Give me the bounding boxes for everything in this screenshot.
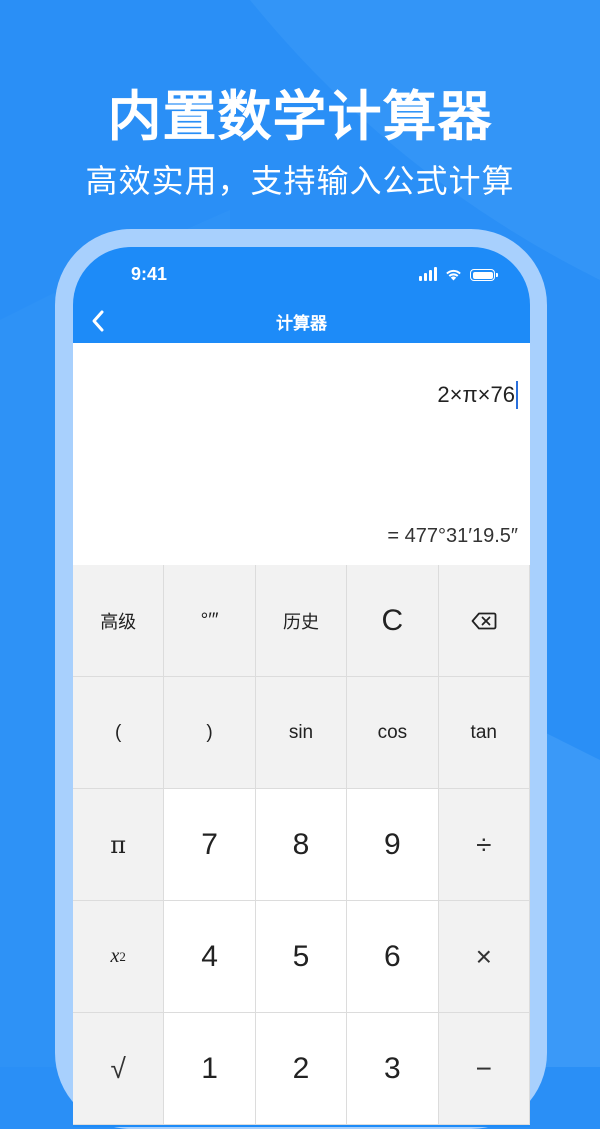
text-cursor <box>516 381 518 409</box>
digit-3-key[interactable]: 3 <box>347 1013 439 1125</box>
calculator-display[interactable]: 2×π×76 = 477°31′19.5″ <box>73 343 530 565</box>
open-paren-key[interactable]: ( <box>73 677 165 789</box>
close-paren-key[interactable]: ) <box>164 677 256 789</box>
dms-key[interactable]: °′″ <box>164 565 256 677</box>
nav-bar: 计算器 <box>73 299 530 343</box>
battery-icon <box>470 269 498 281</box>
digit-9-key[interactable]: 9 <box>347 789 439 901</box>
cos-key[interactable]: cos <box>347 677 439 789</box>
minus-key[interactable]: − <box>438 1013 530 1125</box>
square-key-base: x <box>110 945 120 967</box>
expression-text: 2×π×76 <box>437 382 515 407</box>
keypad: 高级 °′″ 历史 C ( ) sin cos tan π 7 8 9 ÷ x2… <box>73 565 530 1125</box>
status-icons <box>419 265 498 281</box>
multiply-key[interactable]: × <box>438 901 530 1013</box>
divide-key[interactable]: ÷ <box>438 789 530 901</box>
clear-key[interactable]: C <box>347 565 439 677</box>
digit-4-key[interactable]: 4 <box>164 901 256 1013</box>
sqrt-key[interactable]: √ <box>73 1013 165 1125</box>
status-bar: 9:41 <box>73 247 530 299</box>
digit-2-key[interactable]: 2 <box>255 1013 348 1125</box>
digit-6-key[interactable]: 6 <box>347 901 439 1013</box>
promo-subheadline: 高效实用，支持输入公式计算 <box>85 162 515 200</box>
expression-input[interactable]: 2×π×76 <box>437 381 518 409</box>
promo-headline: 内置数学计算器 <box>107 85 493 148</box>
history-key[interactable]: 历史 <box>255 565 348 677</box>
digit-1-key[interactable]: 1 <box>164 1013 256 1125</box>
square-key[interactable]: x2 <box>73 901 165 1013</box>
digit-5-key[interactable]: 5 <box>255 901 348 1013</box>
tan-key[interactable]: tan <box>438 677 530 789</box>
sin-key[interactable]: sin <box>255 677 348 789</box>
square-key-exponent: 2 <box>119 948 126 964</box>
backspace-icon <box>471 612 497 629</box>
battery-level <box>472 271 493 279</box>
wifi-icon <box>446 269 461 281</box>
digit-7-key[interactable]: 7 <box>164 789 256 901</box>
status-time: 9:41 <box>131 264 168 284</box>
signal-icon <box>419 267 437 281</box>
digit-8-key[interactable]: 8 <box>255 789 348 901</box>
phone-screen: 9:41 计算器 2×π×76 = 477°31′19.5″ 高级 °′″ 历史… <box>73 247 530 1127</box>
result-text: = 477°31′19.5″ <box>387 525 518 547</box>
backspace-key[interactable] <box>438 565 530 677</box>
page-title: 计算器 <box>276 314 327 334</box>
pi-key[interactable]: π <box>73 789 165 901</box>
advanced-key[interactable]: 高级 <box>73 565 165 677</box>
